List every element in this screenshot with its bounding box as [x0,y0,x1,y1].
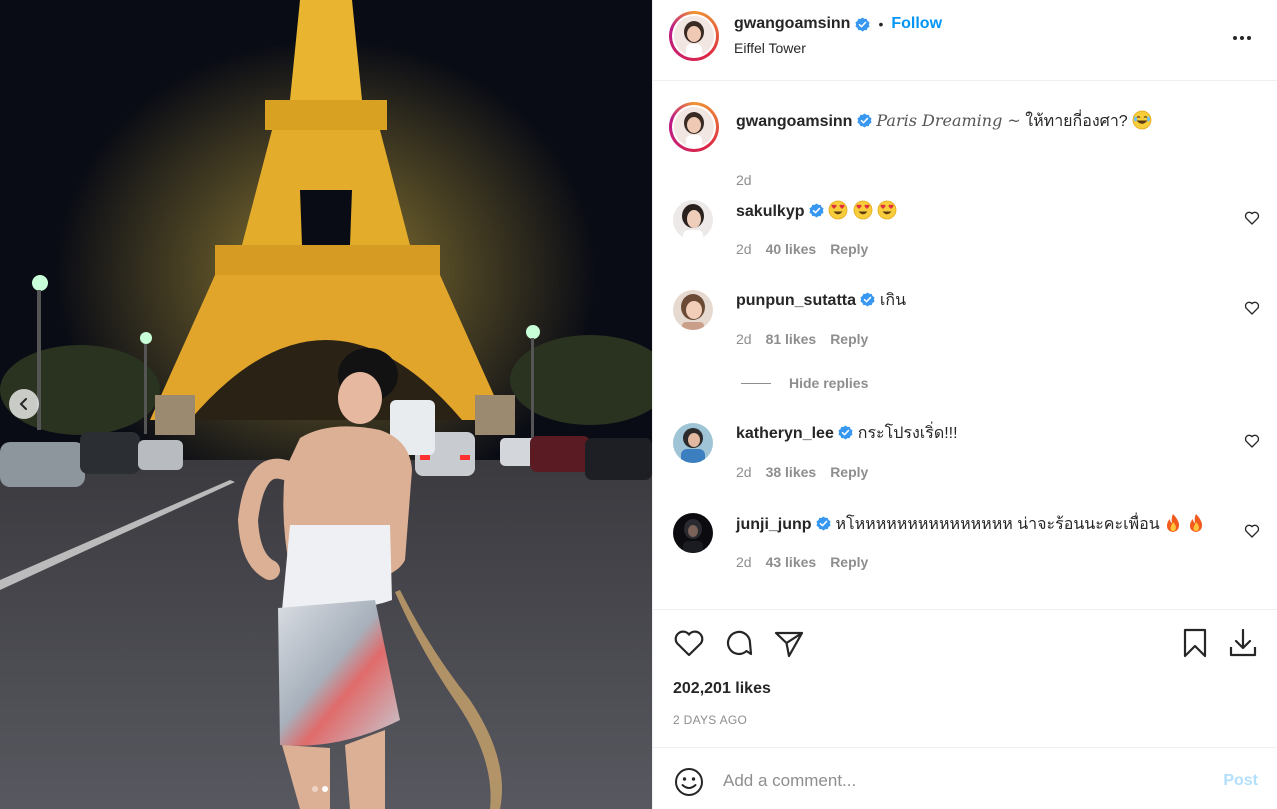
download-icon[interactable] [1227,627,1259,659]
reply-button[interactable]: Reply [830,554,868,570]
heart-eyes-emoji-icon [853,200,873,220]
comment-likes[interactable]: 43 likes [766,554,817,570]
author-username[interactable]: gwangoamsinn [734,15,850,33]
save-bookmark-icon[interactable] [1179,627,1211,659]
caption-author-avatar[interactable] [669,102,719,152]
hide-replies-label: Hide replies [789,375,869,391]
post-photo[interactable] [0,0,652,809]
post-actions: 202,201 likes 2 DAYS AGO [653,609,1277,746]
comment-username[interactable]: sakulkyp [736,203,804,220]
verified-badge-icon [809,203,824,218]
avatar-image [674,107,714,147]
heart-eyes-emoji-icon [877,200,897,220]
verified-badge-icon [860,292,875,307]
likes-count[interactable]: 202,201 likes [673,680,771,698]
laughing-emoji-icon [1132,110,1152,130]
comment-meta: 2d 81 likes Reply [736,331,868,347]
post-location[interactable]: Eiffel Tower [734,40,806,56]
comment-bubble-icon[interactable] [723,627,755,659]
carousel-indicator [312,786,328,792]
caption-text-styled: Paris Dreaming ~ [876,111,1021,130]
reply-button[interactable]: Reply [830,331,868,347]
comment-time[interactable]: 2d [736,554,752,570]
commenter-avatar[interactable] [673,290,713,330]
comment-meta: 2d 38 likes Reply [736,464,868,480]
comment-username[interactable]: junji_junp [736,516,812,533]
header-separator: • [878,16,884,32]
header-title-row: gwangoamsinn • Follow [734,15,942,33]
comment-time[interactable]: 2d [736,464,752,480]
heart-eyes-emoji-icon [828,200,848,220]
reply-button[interactable]: Reply [830,464,868,480]
chevron-left-icon [19,398,27,410]
post-timestamp[interactable]: 2 DAYS AGO [673,713,747,727]
post-header: gwangoamsinn • Follow Eiffel Tower [653,0,1277,81]
comment-body: junji_junp หโหหหหหหหหหหหหหหห น่าจะร้อนนะ… [736,513,1205,536]
author-avatar[interactable] [669,11,719,61]
hide-replies-line [741,382,771,384]
post-comment-button[interactable]: Post [1223,772,1258,790]
comment-input[interactable] [723,766,1193,796]
caption-text-thai: ให้ทายกี่องศา? [1025,113,1128,130]
comment-likes[interactable]: 40 likes [766,241,817,257]
hide-replies-toggle[interactable]: Hide replies [741,375,868,391]
post-side-panel: gwangoamsinn • Follow Eiffel Tower gwang… [652,0,1277,809]
comment-time[interactable]: 2d [736,241,752,257]
caption-username[interactable]: gwangoamsinn [736,113,852,130]
like-comment-heart-icon[interactable] [1244,300,1260,316]
like-comment-heart-icon[interactable] [1244,433,1260,449]
reply-button[interactable]: Reply [830,241,868,257]
avatar-image [674,16,714,56]
comment-username[interactable]: katheryn_lee [736,425,834,442]
eiffel-tower-night-photo [0,0,652,809]
verified-badge-icon [857,113,872,128]
comment-meta: 2d 43 likes Reply [736,554,868,570]
comments-list[interactable]: gwangoamsinn Paris Dreaming ~ ให้ทายกี่อ… [653,82,1277,609]
verified-badge-icon [855,16,870,32]
like-comment-heart-icon[interactable] [1244,523,1260,539]
comment-username[interactable]: punpun_sutatta [736,292,856,309]
avatar-image [673,200,713,240]
comment-likes[interactable]: 38 likes [766,464,817,480]
avatar-image [673,423,713,463]
caption-time[interactable]: 2d [736,172,752,188]
like-heart-icon[interactable] [673,627,705,659]
share-paper-plane-icon[interactable] [773,627,805,659]
comment-body: sakulkyp [736,200,897,223]
comment-body: punpun_sutatta เกิน [736,290,906,312]
emoji-picker-icon[interactable] [673,766,705,798]
commenter-avatar[interactable] [673,200,713,240]
fire-emoji-icon [1167,514,1180,532]
avatar-image [673,513,713,553]
add-comment-bar: Post [653,747,1277,809]
commenter-avatar[interactable] [673,513,713,553]
carousel-dot-active [322,786,328,792]
like-comment-heart-icon[interactable] [1244,210,1260,226]
verified-badge-icon [816,516,831,531]
comment-body: katheryn_lee กระโปรงเริ่ด!!! [736,423,958,445]
follow-button[interactable]: Follow [891,15,942,33]
comment-text: กระโปรงเริ่ด!!! [857,425,958,442]
avatar-image [673,290,713,330]
carousel-dot [312,786,318,792]
fire-emoji-icon [1189,514,1202,532]
more-options-icon[interactable] [1230,26,1254,50]
comment-text: หโหหหหหหหหหหหหหหห น่าจะร้อนนะคะเพื่อน [835,516,1160,533]
verified-badge-icon [838,425,853,440]
previous-image-button[interactable] [9,389,39,419]
commenter-avatar[interactable] [673,423,713,463]
caption-meta: 2d [736,172,752,188]
comment-time[interactable]: 2d [736,331,752,347]
comment-meta: 2d 40 likes Reply [736,241,868,257]
caption-body: gwangoamsinn Paris Dreaming ~ ให้ทายกี่อ… [736,110,1152,133]
comment-likes[interactable]: 81 likes [766,331,817,347]
comment-text: เกิน [879,292,906,309]
